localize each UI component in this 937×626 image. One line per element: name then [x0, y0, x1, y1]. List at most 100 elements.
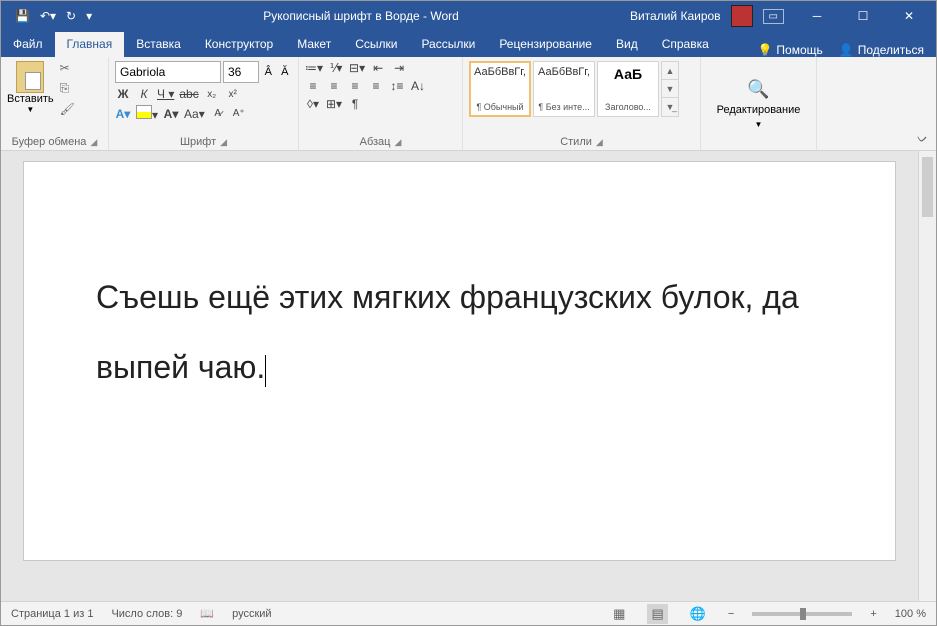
collapse-ribbon-icon[interactable]: ᨆ	[917, 131, 928, 146]
zoom-slider-thumb[interactable]	[800, 608, 806, 620]
zoom-percent[interactable]: 100 %	[895, 608, 926, 620]
scrollbar-thumb[interactable]	[922, 157, 933, 217]
paragraph-launcher-icon[interactable]: ◢	[394, 137, 401, 148]
tab-file[interactable]: Файл	[1, 32, 55, 57]
undo-icon[interactable]: ↶▾	[40, 9, 56, 23]
close-button[interactable]: ✕	[886, 1, 932, 31]
minimize-button[interactable]: ─	[794, 1, 840, 31]
view-web-layout-icon[interactable]: 🌐	[686, 604, 710, 624]
paste-button[interactable]: Вставить ▼	[7, 61, 54, 114]
style-heading1[interactable]: АаБ Заголово...	[597, 61, 659, 117]
tell-me-button[interactable]: 💡 Помощь	[757, 43, 822, 57]
save-icon[interactable]: 💾	[15, 9, 30, 23]
maximize-button[interactable]: ☐	[840, 1, 886, 31]
tab-view[interactable]: Вид	[604, 32, 650, 57]
bullets-button[interactable]: ≔▾	[305, 61, 323, 75]
grow-font-icon[interactable]: Â	[261, 61, 276, 83]
quick-access-toolbar: 💾 ↶▾ ↻ ▾	[1, 9, 92, 23]
zoom-out-button[interactable]: −	[728, 608, 734, 620]
sort-button[interactable]: A↓	[410, 79, 426, 93]
tab-layout[interactable]: Макет	[285, 32, 343, 57]
status-spellcheck-icon[interactable]: 📖	[200, 607, 214, 620]
ribbon-right-actions: 💡 Помощь 👤 Поделиться	[757, 43, 936, 57]
ribbon-display-options-icon[interactable]: ▭	[763, 9, 784, 24]
style-nospacing[interactable]: АаБбВвГг, ¶ Без инте...	[533, 61, 595, 117]
group-font: Â Ă Ж К Ч ▾ abc x₂ x² A▾ ▾ A▾ Aa▾ A̷ A⁺…	[109, 57, 299, 150]
align-center-button[interactable]: ≡	[326, 79, 342, 93]
text-cursor	[265, 355, 266, 387]
numbering-button[interactable]: ⅟▾	[328, 61, 344, 75]
align-right-button[interactable]: ≡	[347, 79, 363, 93]
underline-button[interactable]: Ч ▾	[157, 87, 174, 101]
vertical-scrollbar[interactable]	[918, 151, 936, 601]
view-read-mode-icon[interactable]: ▦	[609, 604, 629, 624]
character-shading-button[interactable]: A⁺	[231, 108, 247, 119]
subscript-button[interactable]: x₂	[204, 89, 220, 100]
font-size-input[interactable]	[223, 61, 259, 83]
redo-icon[interactable]: ↻	[66, 9, 76, 23]
bold-button[interactable]: Ж	[115, 87, 131, 101]
paste-icon	[16, 61, 44, 93]
document-body-text: Съешь ещё этих мягких французских булок,…	[96, 279, 799, 385]
tab-insert[interactable]: Вставка	[124, 32, 193, 57]
align-left-button[interactable]: ≡	[305, 79, 321, 93]
style-heading1-name: Заголово...	[605, 102, 651, 112]
styles-gallery-nav: ▲ ▼ ▼̲	[661, 61, 679, 117]
highlight-button[interactable]: ▾	[136, 105, 158, 122]
user-name[interactable]: Виталий Каиров	[630, 9, 721, 23]
text-effects-button[interactable]: A▾	[115, 107, 131, 121]
ribbon-tabs: Файл Главная Вставка Конструктор Макет С…	[1, 31, 936, 57]
justify-button[interactable]: ≡	[368, 79, 384, 93]
editing-button[interactable]: 🔍 Редактирование ▼	[717, 79, 801, 129]
increase-indent-button[interactable]: ⇥	[391, 61, 407, 75]
style-normal[interactable]: АаБбВвГг, ¶ Обычный	[469, 61, 531, 117]
change-case-button[interactable]: Aa▾	[184, 107, 205, 121]
status-language[interactable]: русский	[232, 608, 271, 620]
shrink-font-icon[interactable]: Ă	[278, 61, 293, 83]
tab-mailings[interactable]: Рассылки	[409, 32, 487, 57]
style-nospacing-preview: АаБбВвГг,	[538, 66, 590, 78]
copy-icon[interactable]: ⎘	[60, 81, 75, 96]
view-print-layout-icon[interactable]: ▤	[647, 604, 667, 624]
title-bar: 💾 ↶▾ ↻ ▾ Рукописный шрифт в Ворде - Word…	[1, 1, 936, 31]
styles-expand-icon[interactable]: ▼̲	[662, 98, 678, 116]
show-marks-button[interactable]: ¶	[347, 97, 363, 111]
paste-label: Вставить	[7, 93, 54, 105]
share-button[interactable]: 👤 Поделиться	[839, 43, 924, 57]
tab-help[interactable]: Справка	[650, 32, 721, 57]
superscript-button[interactable]: x²	[225, 89, 241, 100]
group-font-label: Шрифт	[180, 136, 216, 148]
styles-scroll-down-icon[interactable]: ▼	[662, 80, 678, 98]
borders-button[interactable]: ⊞▾	[326, 97, 342, 111]
tab-home[interactable]: Главная	[55, 32, 125, 57]
group-clipboard: Вставить ▼ ✂ ⎘ 🖌 Буфер обмена◢	[1, 57, 109, 150]
font-name-input[interactable]	[115, 61, 221, 83]
user-avatar[interactable]	[731, 5, 753, 27]
clipboard-launcher-icon[interactable]: ◢	[90, 137, 97, 148]
document-page[interactable]: Съешь ещё этих мягких французских булок,…	[23, 161, 896, 561]
multilevel-list-button[interactable]: ⊟▾	[349, 61, 365, 75]
decrease-indent-button[interactable]: ⇤	[370, 61, 386, 75]
group-clipboard-label: Буфер обмена	[12, 136, 87, 148]
shading-button[interactable]: ◊▾	[305, 97, 321, 111]
format-painter-icon[interactable]: 🖌	[60, 102, 75, 116]
cut-icon[interactable]: ✂	[60, 61, 75, 75]
font-color-button[interactable]: A▾	[163, 107, 179, 121]
line-spacing-button[interactable]: ↕≡	[389, 79, 405, 93]
group-paragraph-label: Абзац	[360, 136, 391, 148]
zoom-in-button[interactable]: +	[870, 608, 876, 620]
italic-button[interactable]: К	[136, 87, 152, 101]
status-word-count[interactable]: Число слов: 9	[111, 608, 182, 620]
tab-design[interactable]: Конструктор	[193, 32, 285, 57]
tab-review[interactable]: Рецензирование	[487, 32, 604, 57]
status-page[interactable]: Страница 1 из 1	[11, 608, 93, 620]
strikethrough-button[interactable]: abc	[179, 87, 198, 101]
clear-formatting-button[interactable]: A̷	[210, 108, 226, 119]
zoom-slider[interactable]	[752, 612, 852, 616]
ribbon: Вставить ▼ ✂ ⎘ 🖌 Буфер обмена◢ Â Ă Ж	[1, 57, 936, 151]
styles-scroll-up-icon[interactable]: ▲	[662, 62, 678, 80]
font-launcher-icon[interactable]: ◢	[220, 137, 227, 148]
styles-launcher-icon[interactable]: ◢	[596, 137, 603, 148]
tab-references[interactable]: Ссылки	[343, 32, 409, 57]
document-area: Съешь ещё этих мягких французских булок,…	[1, 151, 918, 601]
